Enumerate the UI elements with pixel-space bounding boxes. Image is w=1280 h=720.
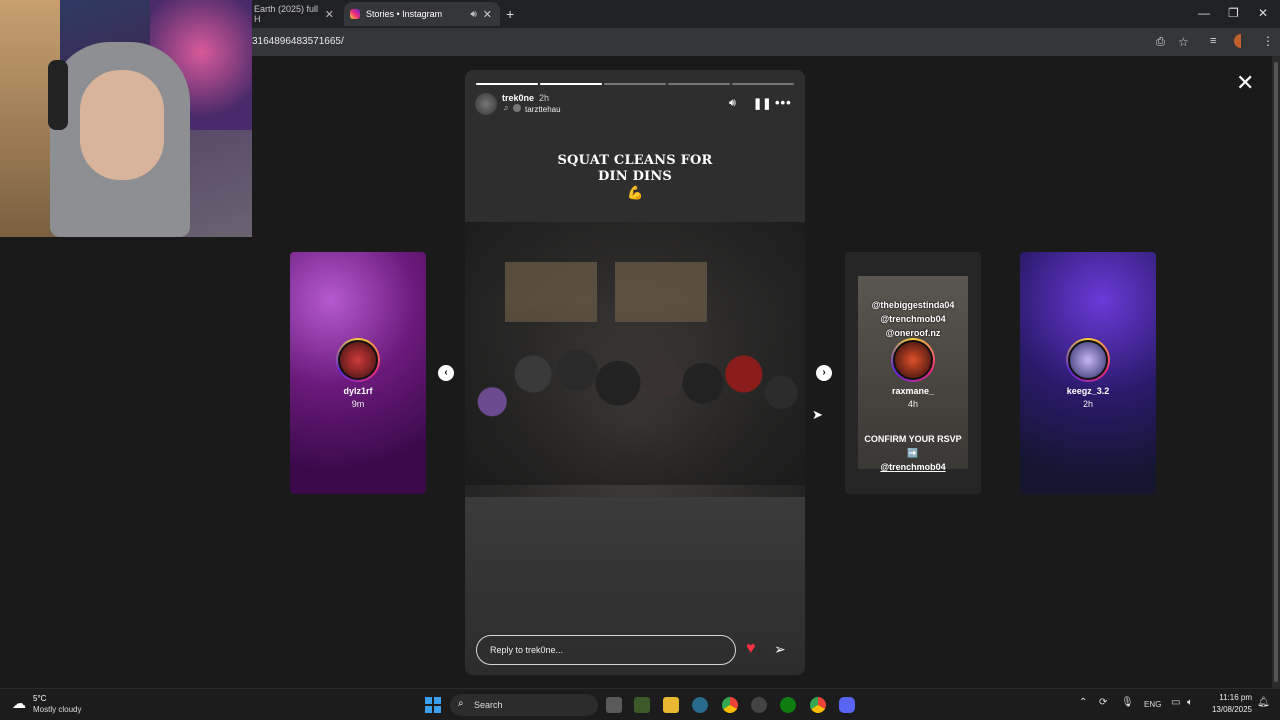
story-photo (465, 222, 805, 497)
speaker-icon[interactable]: 🔈︎ (1187, 697, 1193, 708)
side-story-dylz1rf[interactable]: dylz1rf 9m (290, 252, 426, 494)
story-overlay-tags: @thebiggestinda04 @trenchmob04 @oneroof.… (858, 298, 968, 340)
reply-input[interactable]: Reply to trek0ne... (476, 635, 736, 665)
headline-line: SQUAT CLEANS FOR (557, 153, 713, 168)
pause-icon[interactable]: ❚❚ (753, 97, 771, 110)
notification-bell-icon[interactable]: 🔔︎ (1257, 697, 1270, 708)
story-progress-segment (732, 83, 794, 85)
tab-close-icon[interactable]: ✕ (483, 8, 492, 21)
weather-text[interactable]: Mostly cloudy (33, 705, 81, 714)
clock-date[interactable]: 13/08/2025 (1202, 705, 1252, 714)
search-icon: ⌕ (458, 698, 464, 709)
restore-icon[interactable]: ❐ (1228, 6, 1239, 20)
overlay-tag: @trenchmob04 (880, 314, 946, 324)
send-icon[interactable]: ➢ (774, 641, 786, 658)
story-progress-segment (604, 83, 666, 85)
page-scrollbar[interactable] (1272, 56, 1280, 688)
headphones-icon (48, 60, 68, 130)
profile-avatar[interactable] (1234, 34, 1248, 48)
tab-close-icon[interactable]: ✕ (325, 8, 334, 21)
weather-temp[interactable]: 5°C (33, 694, 46, 703)
window-close-icon[interactable]: ✕ (1258, 6, 1268, 20)
task-view-icon[interactable] (606, 697, 622, 713)
group-of-people (465, 300, 805, 485)
instagram-favicon-icon (350, 9, 360, 19)
headline-line: DIN DINS (598, 169, 672, 184)
minimize-icon[interactable]: — (1198, 6, 1210, 20)
scrollbar-thumb[interactable] (1274, 62, 1278, 682)
story-avatar (1066, 338, 1110, 382)
language-indicator[interactable]: ENG (1144, 700, 1161, 709)
microphone-icon[interactable]: 🎙︎ (1121, 697, 1134, 708)
tab-earth-title: Earth (2025) full H (254, 4, 319, 24)
webcam-overlay (0, 0, 252, 237)
story-cta: CONFIRM YOUR RSVP ➡️ @trenchmob04 (858, 432, 968, 474)
music-artist-avatar (513, 104, 521, 112)
taskbar-search[interactable]: ⌕ Search (450, 694, 598, 716)
story-progress-fill (540, 83, 602, 85)
browser-app-icon[interactable] (692, 697, 708, 713)
story-progress-segment (668, 83, 730, 85)
story-post-time: 2h (539, 93, 550, 103)
new-tab-icon[interactable]: + (506, 6, 514, 22)
story-headline: SQUAT CLEANS FOR DIN DINS (465, 153, 805, 185)
story-progress-fill (476, 83, 538, 85)
story-time: 9m (351, 399, 365, 409)
install-app-icon[interactable]: ⎙ (1156, 36, 1165, 49)
overlay-tag: @thebiggestinda04 (871, 300, 955, 310)
cta-line: CONFIRM YOUR RSVP ➡️ (864, 434, 962, 458)
cta-line: @trenchmob04 (880, 462, 946, 472)
story-time: 2h (1082, 399, 1093, 409)
browser-menu-icon[interactable]: ⋮ (1262, 34, 1274, 48)
story-author-name[interactable]: trek0ne (502, 93, 534, 103)
story-progress-segment (540, 83, 602, 85)
sync-icon[interactable]: ⟳ (1099, 697, 1107, 708)
clock-time[interactable]: 11:16 pm (1202, 693, 1252, 702)
story-username: raxmane_ (891, 386, 935, 396)
story-author-avatar[interactable] (475, 93, 497, 115)
discord-icon[interactable] (839, 697, 855, 713)
previous-story-button[interactable]: ‹ (438, 365, 454, 381)
media-controls-icon[interactable]: ≡ (1210, 35, 1216, 47)
more-options-icon[interactable]: ••• (775, 95, 792, 110)
xbox-icon[interactable] (780, 697, 796, 713)
story-username: dylz1rf (343, 386, 373, 396)
windows-taskbar: ☁ 5°C Mostly cloudy ⌕ Search ⌃ ⟳ 🎙︎ ENG … (0, 688, 1280, 720)
chrome-icon[interactable] (722, 697, 738, 713)
music-note-icon: ♫ (503, 105, 509, 112)
story-username: keegz_3.2 (1066, 386, 1110, 396)
story-avatar (891, 338, 935, 382)
obs-icon[interactable] (751, 697, 767, 713)
tray-overflow-icon[interactable]: ⌃ (1079, 697, 1087, 708)
windows-start-icon[interactable] (425, 697, 441, 713)
main-story[interactable]: trek0ne 2h ♫ tarzttehau 🔊︎ ❚❚ ••• SQUAT … (465, 70, 805, 675)
flexed-biceps-icon: 💪 (627, 185, 644, 200)
tab-audio-icon[interactable]: 🔊︎ (470, 9, 476, 20)
tab-instagram-stories[interactable]: Stories • Instagram 🔊︎ ✕ (344, 2, 500, 26)
search-label: Search (474, 700, 503, 710)
network-icon[interactable]: ▭ (1171, 697, 1180, 708)
bookmark-star-icon[interactable]: ☆ (1178, 35, 1189, 49)
next-story-button[interactable]: › (816, 365, 832, 381)
story-avatar (336, 338, 380, 382)
side-story-raxmane[interactable]: @thebiggestinda04 @trenchmob04 @oneroof.… (845, 252, 981, 494)
app-icon[interactable] (634, 697, 650, 713)
weather-cloud-icon[interactable]: ☁ (12, 695, 26, 712)
like-heart-icon[interactable]: ♥ (746, 640, 756, 658)
url-text[interactable]: 3164896483571665/ (252, 36, 344, 47)
volume-icon[interactable]: 🔊︎ (729, 97, 736, 110)
mouse-cursor: ➤ (812, 407, 823, 422)
music-credit[interactable]: tarzttehau (525, 105, 561, 114)
chrome-profile-icon[interactable] (810, 697, 826, 713)
story-time: 4h (907, 399, 918, 409)
tab-instagram-title: Stories • Instagram (366, 9, 443, 19)
person-face (80, 70, 164, 180)
story-progress-segment (476, 83, 538, 85)
tab-earth[interactable]: Earth (2025) full H ✕ (252, 2, 342, 26)
close-stories-button[interactable]: ✕ (1236, 70, 1254, 96)
file-explorer-icon[interactable] (663, 697, 679, 713)
side-story-keegz[interactable]: keegz_3.2 2h (1020, 252, 1156, 494)
